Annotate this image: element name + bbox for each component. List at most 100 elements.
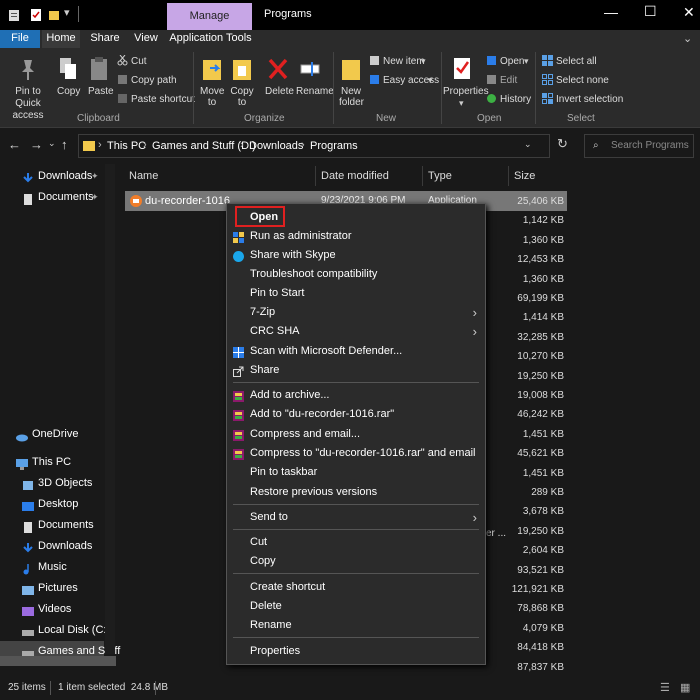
minimize-button[interactable]: — (604, 4, 618, 20)
nav-item-music[interactable]: Music (0, 557, 104, 577)
open-ribbon-button[interactable]: Open (500, 56, 524, 67)
menu-item-pin-taskbar[interactable]: Pin to taskbar (227, 463, 485, 482)
move-to-button[interactable]: Move to (200, 86, 224, 108)
column-size[interactable]: Size (514, 170, 535, 182)
search-input[interactable]: ⌕ Search Programs (584, 134, 694, 158)
close-button[interactable]: ✕ (683, 4, 695, 21)
menu-item-cut[interactable]: Cut (227, 533, 485, 552)
address-row: ← → ⌄ ↑ › This PC › Games and Stuff (D:)… (0, 130, 700, 162)
nav-vertical-scrollbar[interactable] (105, 164, 115, 654)
menu-item-compress-rar-email[interactable]: Compress to "du-recorder-1016.rar" and e… (227, 444, 485, 463)
cut-button[interactable]: Cut (131, 56, 147, 67)
new-item-button[interactable]: New item (383, 56, 425, 67)
menu-item-pin-start[interactable]: Pin to Start (227, 284, 485, 303)
menu-item-copy[interactable]: Copy (227, 552, 485, 571)
column-name[interactable]: Name (129, 170, 158, 182)
column-type[interactable]: Type (428, 170, 452, 182)
winrar-icon (233, 448, 244, 460)
tab-share[interactable]: Share (86, 30, 124, 48)
column-divider (508, 166, 509, 186)
customize-quick-access-icon[interactable]: ▾ (64, 6, 70, 19)
menu-item-restore-versions[interactable]: Restore previous versions (227, 483, 485, 502)
menu-item-run-as-admin[interactable]: Run as administrator (227, 227, 485, 246)
menu-item-defender[interactable]: Scan with Microsoft Defender... (227, 342, 485, 361)
copy-button[interactable]: Copy (57, 86, 80, 97)
menu-item-share-skype[interactable]: Share with Skype (227, 246, 485, 265)
tab-application-tools[interactable]: Application Tools (167, 30, 254, 48)
edit-icon (486, 74, 497, 85)
properties-dropdown-icon[interactable]: ▾ (459, 98, 464, 109)
nav-item-documents[interactable]: Documents (0, 515, 104, 535)
column-date[interactable]: Date modified (321, 170, 389, 182)
history-button[interactable]: History (500, 94, 531, 105)
properties-ribbon-button[interactable]: Properties (443, 86, 489, 97)
menu-item-7zip[interactable]: 7-Zip › (227, 303, 485, 322)
edit-button[interactable]: Edit (500, 75, 517, 86)
address-bar[interactable]: › This PC › Games and Stuff (D:) › Downl… (78, 134, 550, 158)
checklist-quick-icon[interactable] (30, 8, 42, 22)
paste-shortcut-button[interactable]: Paste shortcut (131, 94, 195, 105)
back-arrow-icon[interactable]: ← (8, 137, 21, 152)
new-folder-button[interactable]: New folder (339, 86, 364, 108)
menu-item-add-rar[interactable]: Add to "du-recorder-1016.rar" (227, 405, 485, 424)
menu-item-delete[interactable]: Delete (227, 597, 485, 616)
menu-item-troubleshoot[interactable]: Troubleshoot compatibility (227, 265, 485, 284)
expand-ribbon-icon[interactable]: ⌄ (683, 32, 692, 45)
copy-to-button[interactable]: Copy to (230, 86, 254, 108)
menu-item-crc-sha[interactable]: CRC SHA › (227, 322, 485, 341)
folder-quick-icon[interactable] (48, 8, 60, 22)
new-item-dropdown-icon[interactable]: ▾ (421, 56, 426, 67)
ribbon-separator (193, 52, 194, 124)
open-dropdown-icon[interactable]: ▾ (524, 56, 529, 67)
refresh-icon[interactable]: ↻ (557, 136, 568, 152)
properties-icon (452, 56, 472, 82)
breadcrumb-programs[interactable]: Programs (310, 140, 358, 152)
copy-path-button[interactable]: Copy path (131, 75, 177, 86)
recent-locations-icon[interactable]: ⌄ (48, 138, 56, 149)
menu-item-create-shortcut[interactable]: Create shortcut (227, 578, 485, 597)
nav-item-pictures[interactable]: Pictures (0, 578, 104, 598)
properties-quick-icon[interactable] (8, 8, 20, 22)
delete-ribbon-button[interactable]: Delete (265, 86, 294, 97)
menu-item-add-archive[interactable]: Add to archive... (227, 386, 485, 405)
nav-item-3d-objects[interactable]: 3D Objects (0, 473, 104, 493)
nav-horizontal-scrollbar[interactable] (0, 656, 116, 666)
large-icons-view-icon[interactable]: ▦ (680, 681, 690, 694)
nav-item-desktop[interactable]: Desktop (0, 494, 104, 514)
nav-item-this-pc[interactable]: This PC (0, 452, 104, 472)
address-dropdown-icon[interactable]: ⌄ (524, 139, 532, 150)
tab-file[interactable]: File (0, 30, 40, 48)
paste-button[interactable]: Paste (88, 86, 114, 97)
up-arrow-icon[interactable]: ↑ (61, 137, 68, 152)
nav-item-documents-quick[interactable]: Documents ✦ (0, 187, 104, 207)
breadcrumb-this-pc[interactable]: This PC (107, 140, 146, 152)
pin-quick-access-button[interactable]: Pin to Quick access (4, 86, 52, 122)
manage-tab[interactable]: Manage (167, 3, 252, 30)
nav-item-onedrive[interactable]: OneDrive (0, 424, 104, 444)
size-cell: 69,199 KB (517, 293, 564, 304)
nav-item-videos[interactable]: Videos (0, 599, 104, 619)
nav-item-downloads-quick[interactable]: Downloads ✦ (0, 166, 104, 186)
tab-home[interactable]: Home (42, 30, 80, 48)
breadcrumb-downloads[interactable]: Downloads (249, 140, 303, 152)
new-group-label: New (376, 113, 397, 124)
menu-item-rename[interactable]: Rename (227, 616, 485, 635)
select-all-button[interactable]: Select all (556, 56, 597, 67)
maximize-button[interactable]: ☐ (644, 3, 657, 20)
select-none-button[interactable]: Select none (556, 75, 609, 86)
menu-item-send-to[interactable]: Send to › (227, 508, 485, 527)
easy-access-dropdown-icon[interactable]: ▾ (428, 75, 433, 86)
invert-selection-button[interactable]: Invert selection (556, 94, 623, 105)
details-view-icon[interactable]: ☰ (660, 681, 670, 694)
menu-item-properties[interactable]: Properties (227, 642, 485, 661)
menu-item-share[interactable]: Share (227, 361, 485, 380)
paste-icon (89, 56, 109, 82)
window-title: Programs (264, 8, 312, 20)
rename-ribbon-button[interactable]: Rename (296, 86, 334, 97)
tab-view[interactable]: View (128, 30, 164, 48)
breadcrumb-separator: › (143, 139, 147, 151)
nav-item-local-disk[interactable]: Local Disk (C:) (0, 620, 110, 640)
nav-item-downloads[interactable]: Downloads (0, 536, 104, 556)
menu-item-compress-email[interactable]: Compress and email... (227, 425, 485, 444)
forward-arrow-icon[interactable]: → (30, 137, 43, 152)
